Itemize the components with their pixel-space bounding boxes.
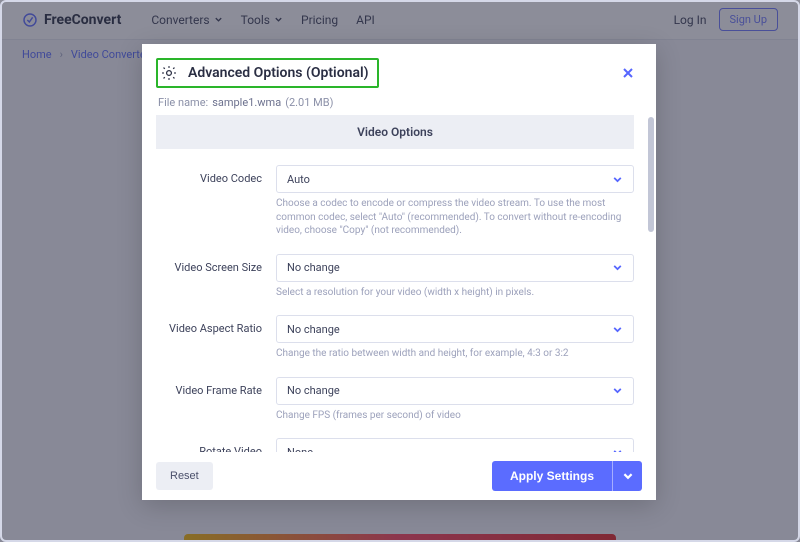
- file-size: (2.01 MB): [285, 96, 333, 109]
- chevron-down-icon: [612, 262, 623, 273]
- field-video-codec: Video Codec Auto Choose a codec to encod…: [156, 165, 634, 248]
- file-label: File name:: [158, 96, 208, 109]
- label-rotate-video: Rotate Video: [156, 438, 276, 452]
- label-frame-rate: Video Frame Rate: [156, 377, 276, 433]
- chevron-down-icon: [612, 324, 623, 335]
- select-aspect-ratio[interactable]: No change: [276, 315, 634, 343]
- modal-title: Advanced Options (Optional): [188, 65, 369, 81]
- scroll-area[interactable]: Video Options Video Codec Auto Choose a …: [142, 115, 648, 452]
- select-frame-rate[interactable]: No change: [276, 377, 634, 405]
- gear-icon: [160, 64, 178, 82]
- modal-footer: Reset Apply Settings: [142, 452, 656, 500]
- help-aspect-ratio: Change the ratio between width and heigh…: [276, 347, 634, 361]
- label-video-codec: Video Codec: [156, 165, 276, 248]
- help-screen-size: Select a resolution for your video (widt…: [276, 286, 634, 300]
- scrollbar[interactable]: [648, 117, 654, 450]
- modal-body: Video Options Video Codec Auto Choose a …: [142, 115, 656, 452]
- chevron-down-icon: [622, 470, 634, 482]
- scrollbar-thumb[interactable]: [648, 117, 654, 232]
- modal-title-box: Advanced Options (Optional): [156, 58, 379, 88]
- advanced-options-modal: Advanced Options (Optional) File name: s…: [142, 44, 656, 500]
- select-rotate-video[interactable]: None: [276, 438, 634, 452]
- field-aspect-ratio: Video Aspect Ratio No change Change the …: [156, 315, 634, 371]
- select-screen-size[interactable]: No change: [276, 254, 634, 282]
- chevron-down-icon: [612, 447, 623, 453]
- apply-button-group: Apply Settings: [492, 461, 642, 491]
- file-info: File name: sample1.wma (2.01 MB): [156, 96, 638, 109]
- chevron-down-icon: [612, 385, 623, 396]
- modal-header: Advanced Options (Optional) File name: s…: [142, 44, 656, 115]
- select-video-codec[interactable]: Auto: [276, 165, 634, 193]
- close-button[interactable]: [618, 63, 638, 83]
- apply-settings-button[interactable]: Apply Settings: [492, 461, 612, 491]
- field-frame-rate: Video Frame Rate No change Change FPS (f…: [156, 377, 634, 433]
- help-video-codec: Choose a codec to encode or compress the…: [276, 197, 634, 238]
- section-header: Video Options: [156, 115, 634, 149]
- field-rotate-video: Rotate Video None Video will be rotated …: [156, 438, 634, 452]
- help-frame-rate: Change FPS (frames per second) of video: [276, 409, 634, 423]
- close-icon: [621, 66, 635, 80]
- label-screen-size: Video Screen Size: [156, 254, 276, 310]
- label-aspect-ratio: Video Aspect Ratio: [156, 315, 276, 371]
- field-screen-size: Video Screen Size No change Select a res…: [156, 254, 634, 310]
- chevron-down-icon: [612, 174, 623, 185]
- reset-button[interactable]: Reset: [156, 462, 213, 490]
- apply-dropdown-button[interactable]: [612, 461, 642, 491]
- file-name: sample1.wma: [212, 96, 281, 109]
